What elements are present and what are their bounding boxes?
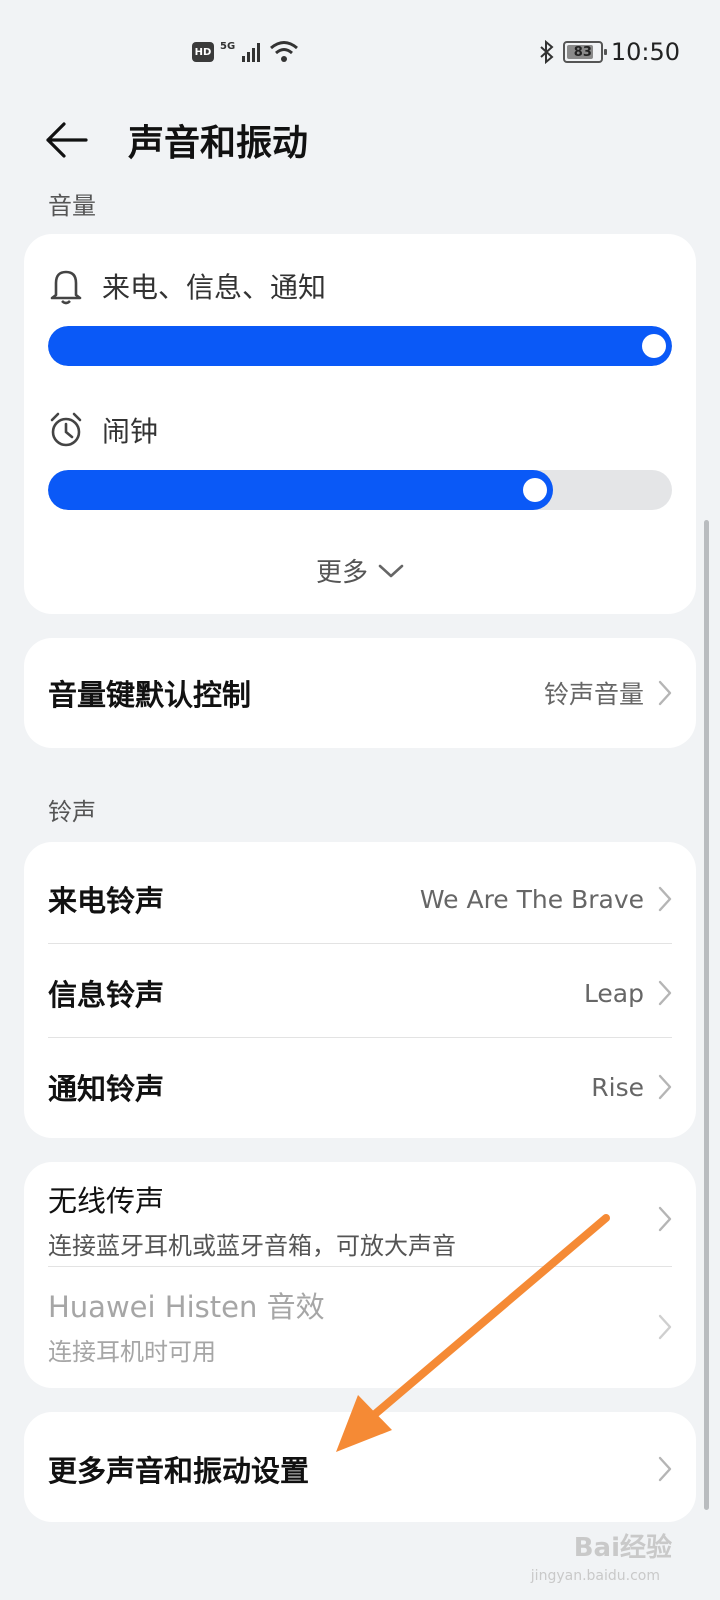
volume-key-card[interactable]: 音量键默认控制 铃声音量 (24, 638, 696, 748)
arrow-left-icon (46, 122, 88, 158)
volume-slider-ringtone[interactable] (48, 326, 672, 366)
histen-subtitle: 连接耳机时可用 (48, 1338, 216, 1366)
watermark-logo: Bai经验 (573, 1533, 672, 1563)
more-label: 更多 (315, 558, 368, 588)
volume-label-ringtone: 来电、信息、通知 (102, 271, 327, 304)
wireless-audio-title: 无线传声 (48, 1184, 165, 1218)
bell-icon (50, 270, 82, 305)
status-right: 83 10:50 (539, 38, 680, 66)
more-settings-card[interactable]: 更多声音和振动设置 (24, 1412, 696, 1522)
status-time: 10:50 (610, 38, 680, 66)
volume-row-ringtone: 来电、信息、通知 (48, 266, 326, 306)
watermark-url: jingyan.baidu.com (530, 1568, 660, 1584)
alarm-clock-icon (50, 412, 82, 447)
ringtone-label: 信息铃声 (48, 978, 165, 1012)
page-title: 声音和振动 (128, 123, 309, 164)
chevron-down-icon (378, 564, 404, 577)
bluetooth-icon (540, 40, 554, 64)
chevron-right-icon (658, 886, 672, 912)
histen-audio-row[interactable]: Huawei Histen 音效 连接耳机时可用 (48, 1284, 672, 1367)
ringtone-label: 来电铃声 (48, 884, 165, 918)
volume-row-alarm: 闹钟 (48, 410, 158, 450)
divider (48, 1037, 672, 1038)
app-header: 声音和振动 (0, 100, 720, 180)
volume-key-value: 铃声音量 (543, 680, 644, 709)
signal-icon (242, 43, 261, 62)
chevron-right-icon (658, 980, 672, 1006)
back-button[interactable] (44, 118, 100, 162)
more-volume-button[interactable]: 更多 (24, 552, 696, 589)
status-left: HD 5G (192, 40, 299, 64)
chevron-right-icon (658, 1456, 672, 1482)
volume-key-label: 音量键默认控制 (48, 678, 252, 712)
ringtone-label: 通知铃声 (48, 1072, 165, 1106)
ringtone-value: Rise (591, 1072, 644, 1102)
ringtone-card: 来电铃声 We Are The Brave 信息铃声 Leap 通知铃声 Ris… (24, 842, 696, 1138)
volume-slider-alarm[interactable] (48, 470, 672, 510)
ringtone-row-call[interactable]: 来电铃声 We Are The Brave (48, 878, 672, 920)
chevron-right-icon (658, 1206, 672, 1232)
divider (48, 943, 672, 944)
slider-knob[interactable] (642, 334, 666, 358)
chevron-right-icon (658, 1314, 672, 1340)
slider-fill (48, 326, 672, 366)
slider-fill (48, 470, 554, 510)
ringtone-value: Leap (583, 978, 644, 1008)
network-type-label: 5G (220, 40, 236, 52)
battery-indicator: 83 (562, 41, 607, 63)
hd-badge: HD (192, 42, 214, 62)
divider (48, 1266, 672, 1267)
volume-key-row[interactable]: 音量键默认控制 铃声音量 (48, 672, 672, 714)
ringtone-row-message[interactable]: 信息铃声 Leap (48, 972, 672, 1014)
volume-card: 来电、信息、通知 闹钟 更多 (24, 234, 696, 614)
more-settings-row[interactable]: 更多声音和振动设置 (48, 1448, 672, 1490)
section-label-ringtone: 铃声 (48, 798, 96, 826)
ringtone-row-notification[interactable]: 通知铃声 Rise (48, 1066, 672, 1108)
volume-label-alarm: 闹钟 (102, 415, 159, 448)
wifi-icon (270, 41, 299, 62)
histen-title: Huawei Histen 音效 (48, 1290, 325, 1324)
ringtone-value: We Are The Brave (419, 884, 644, 914)
wireless-audio-row[interactable]: 无线传声 连接蓝牙耳机或蓝牙音箱，可放大声音 (48, 1178, 672, 1261)
wireless-audio-subtitle: 连接蓝牙耳机或蓝牙音箱，可放大声音 (48, 1232, 456, 1260)
battery-text: 83 (573, 44, 592, 60)
section-label-volume: 音量 (48, 192, 96, 220)
scrollbar[interactable] (704, 520, 709, 1510)
chevron-right-icon (658, 680, 672, 706)
status-bar: HD 5G 83 10:50 (0, 0, 720, 100)
audio-card: 无线传声 连接蓝牙耳机或蓝牙音箱，可放大声音 Huawei Histen 音效 … (24, 1162, 696, 1388)
chevron-right-icon (658, 1074, 672, 1100)
more-settings-label: 更多声音和振动设置 (48, 1454, 310, 1488)
